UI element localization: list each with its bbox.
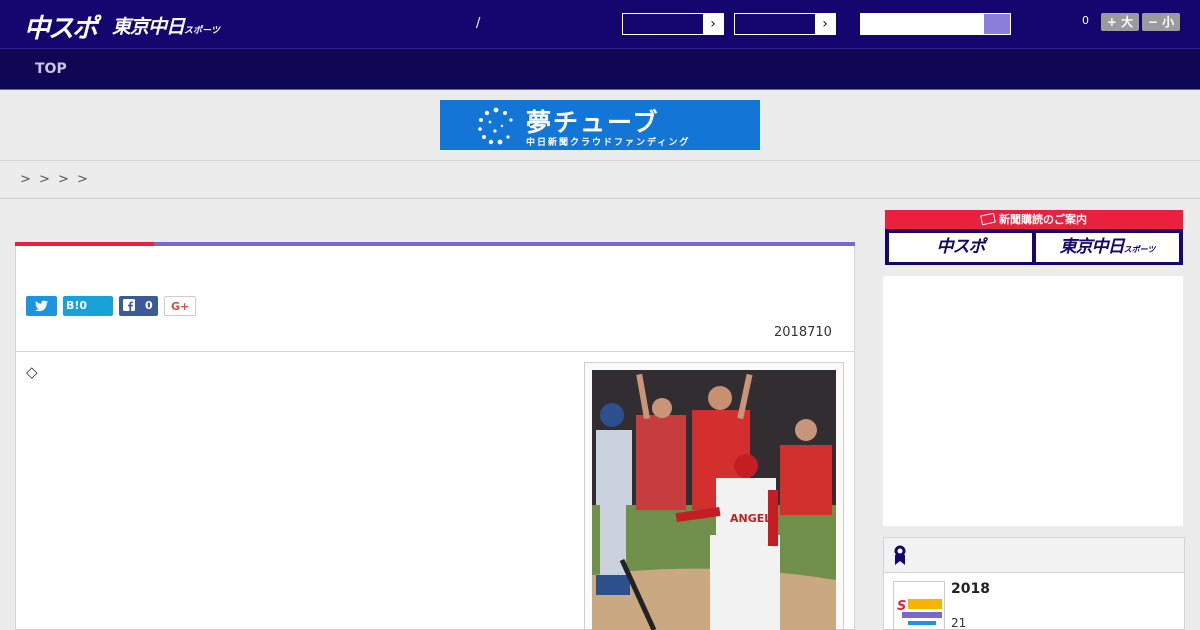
banner-row: 夢チューブ 中日新聞クラウドファンディング [0, 90, 1200, 161]
tokyo-chunichi-suffix: スポーツ [1123, 245, 1156, 254]
site-header: 中スポ 東京中日スポーツ / › › 0 + 大 − 小 [0, 0, 1200, 49]
main-nav: TOP [0, 49, 1200, 90]
tokyo-logo-suffix: スポーツ [184, 26, 220, 36]
award-ribbon-icon [894, 545, 906, 565]
article-date: 2018710 [774, 325, 832, 340]
newspaper-icon [980, 212, 996, 226]
sports-magazine-thumbnail: S [894, 582, 944, 629]
breadcrumb-separator: > [39, 172, 50, 187]
header-separator: / [476, 16, 481, 31]
category-select-1[interactable]: › [622, 13, 724, 35]
svg-text:S: S [897, 599, 906, 614]
twitter-share-button[interactable] [26, 296, 57, 316]
svg-text:ANGELS: ANGELS [730, 512, 779, 525]
hatena-bookmark-button[interactable]: B!0 [63, 296, 113, 316]
article-photo[interactable]: ANGELS [592, 370, 836, 630]
ad-slot[interactable] [883, 276, 1183, 526]
notification-count: 0 [1082, 14, 1089, 27]
breadcrumb-separator: > [77, 172, 88, 187]
ranking-item-count: 21 [951, 616, 967, 630]
article-accent-purple [154, 242, 855, 246]
google-plus-icon: G+ [171, 300, 190, 313]
font-size-smaller-button[interactable]: − 小 [1142, 13, 1180, 31]
chevron-right-icon: › [815, 14, 835, 34]
category-select-2[interactable]: › [734, 13, 836, 35]
search-input[interactable] [860, 13, 983, 35]
facebook-share-button[interactable]: 0 [119, 296, 158, 316]
tokyo-chunichi-label: 東京中日 [1059, 237, 1125, 257]
hatena-label: B!0 [66, 299, 88, 312]
nav-item-top[interactable]: TOP [35, 61, 67, 77]
search-button[interactable] [983, 13, 1011, 35]
subscribe-chuspo-button[interactable]: 中スポ [889, 233, 1032, 262]
ranking-item-year[interactable]: 2018 [951, 581, 990, 597]
banner-title: 夢チューブ [526, 108, 660, 137]
subscription-header: 新聞購読のご案内 [885, 210, 1183, 229]
twitter-bird-icon [35, 300, 48, 312]
subscription-header-label: 新聞購読のご案内 [999, 213, 1087, 226]
breadcrumb-separator: > [20, 172, 31, 187]
article-accent-red [15, 242, 154, 246]
ranking-panel-header [883, 537, 1185, 573]
google-plus-button[interactable]: G+ [164, 296, 196, 316]
breadcrumb: > > > > [0, 161, 1200, 199]
ranking-thumbnail[interactable]: S [893, 581, 945, 630]
baseball-photo-illustration: ANGELS [592, 370, 836, 630]
chuspo-logo[interactable]: 中スポ [24, 8, 98, 45]
banner-subtitle: 中日新聞クラウドファンディング [526, 138, 691, 148]
subscribe-tokyo-chunichi-button[interactable]: 東京中日スポーツ [1036, 233, 1179, 262]
font-size-larger-button[interactable]: + 大 [1101, 13, 1139, 31]
dots-circle-icon [478, 107, 513, 145]
chevron-right-icon: › [703, 14, 723, 34]
yume-tube-banner[interactable]: 夢チューブ 中日新聞クラウドファンディング [440, 100, 760, 150]
tokyo-chunichi-logo[interactable]: 東京中日スポーツ [112, 12, 220, 39]
lead-marker: ◇ [26, 363, 38, 381]
tokyo-logo-text: 東京中日 [112, 16, 185, 38]
subscription-promo: 新聞購読のご案内 中スポ 東京中日スポーツ [885, 210, 1183, 265]
facebook-count: 0 [145, 299, 153, 312]
facebook-icon [123, 299, 135, 314]
breadcrumb-separator: > [58, 172, 69, 187]
